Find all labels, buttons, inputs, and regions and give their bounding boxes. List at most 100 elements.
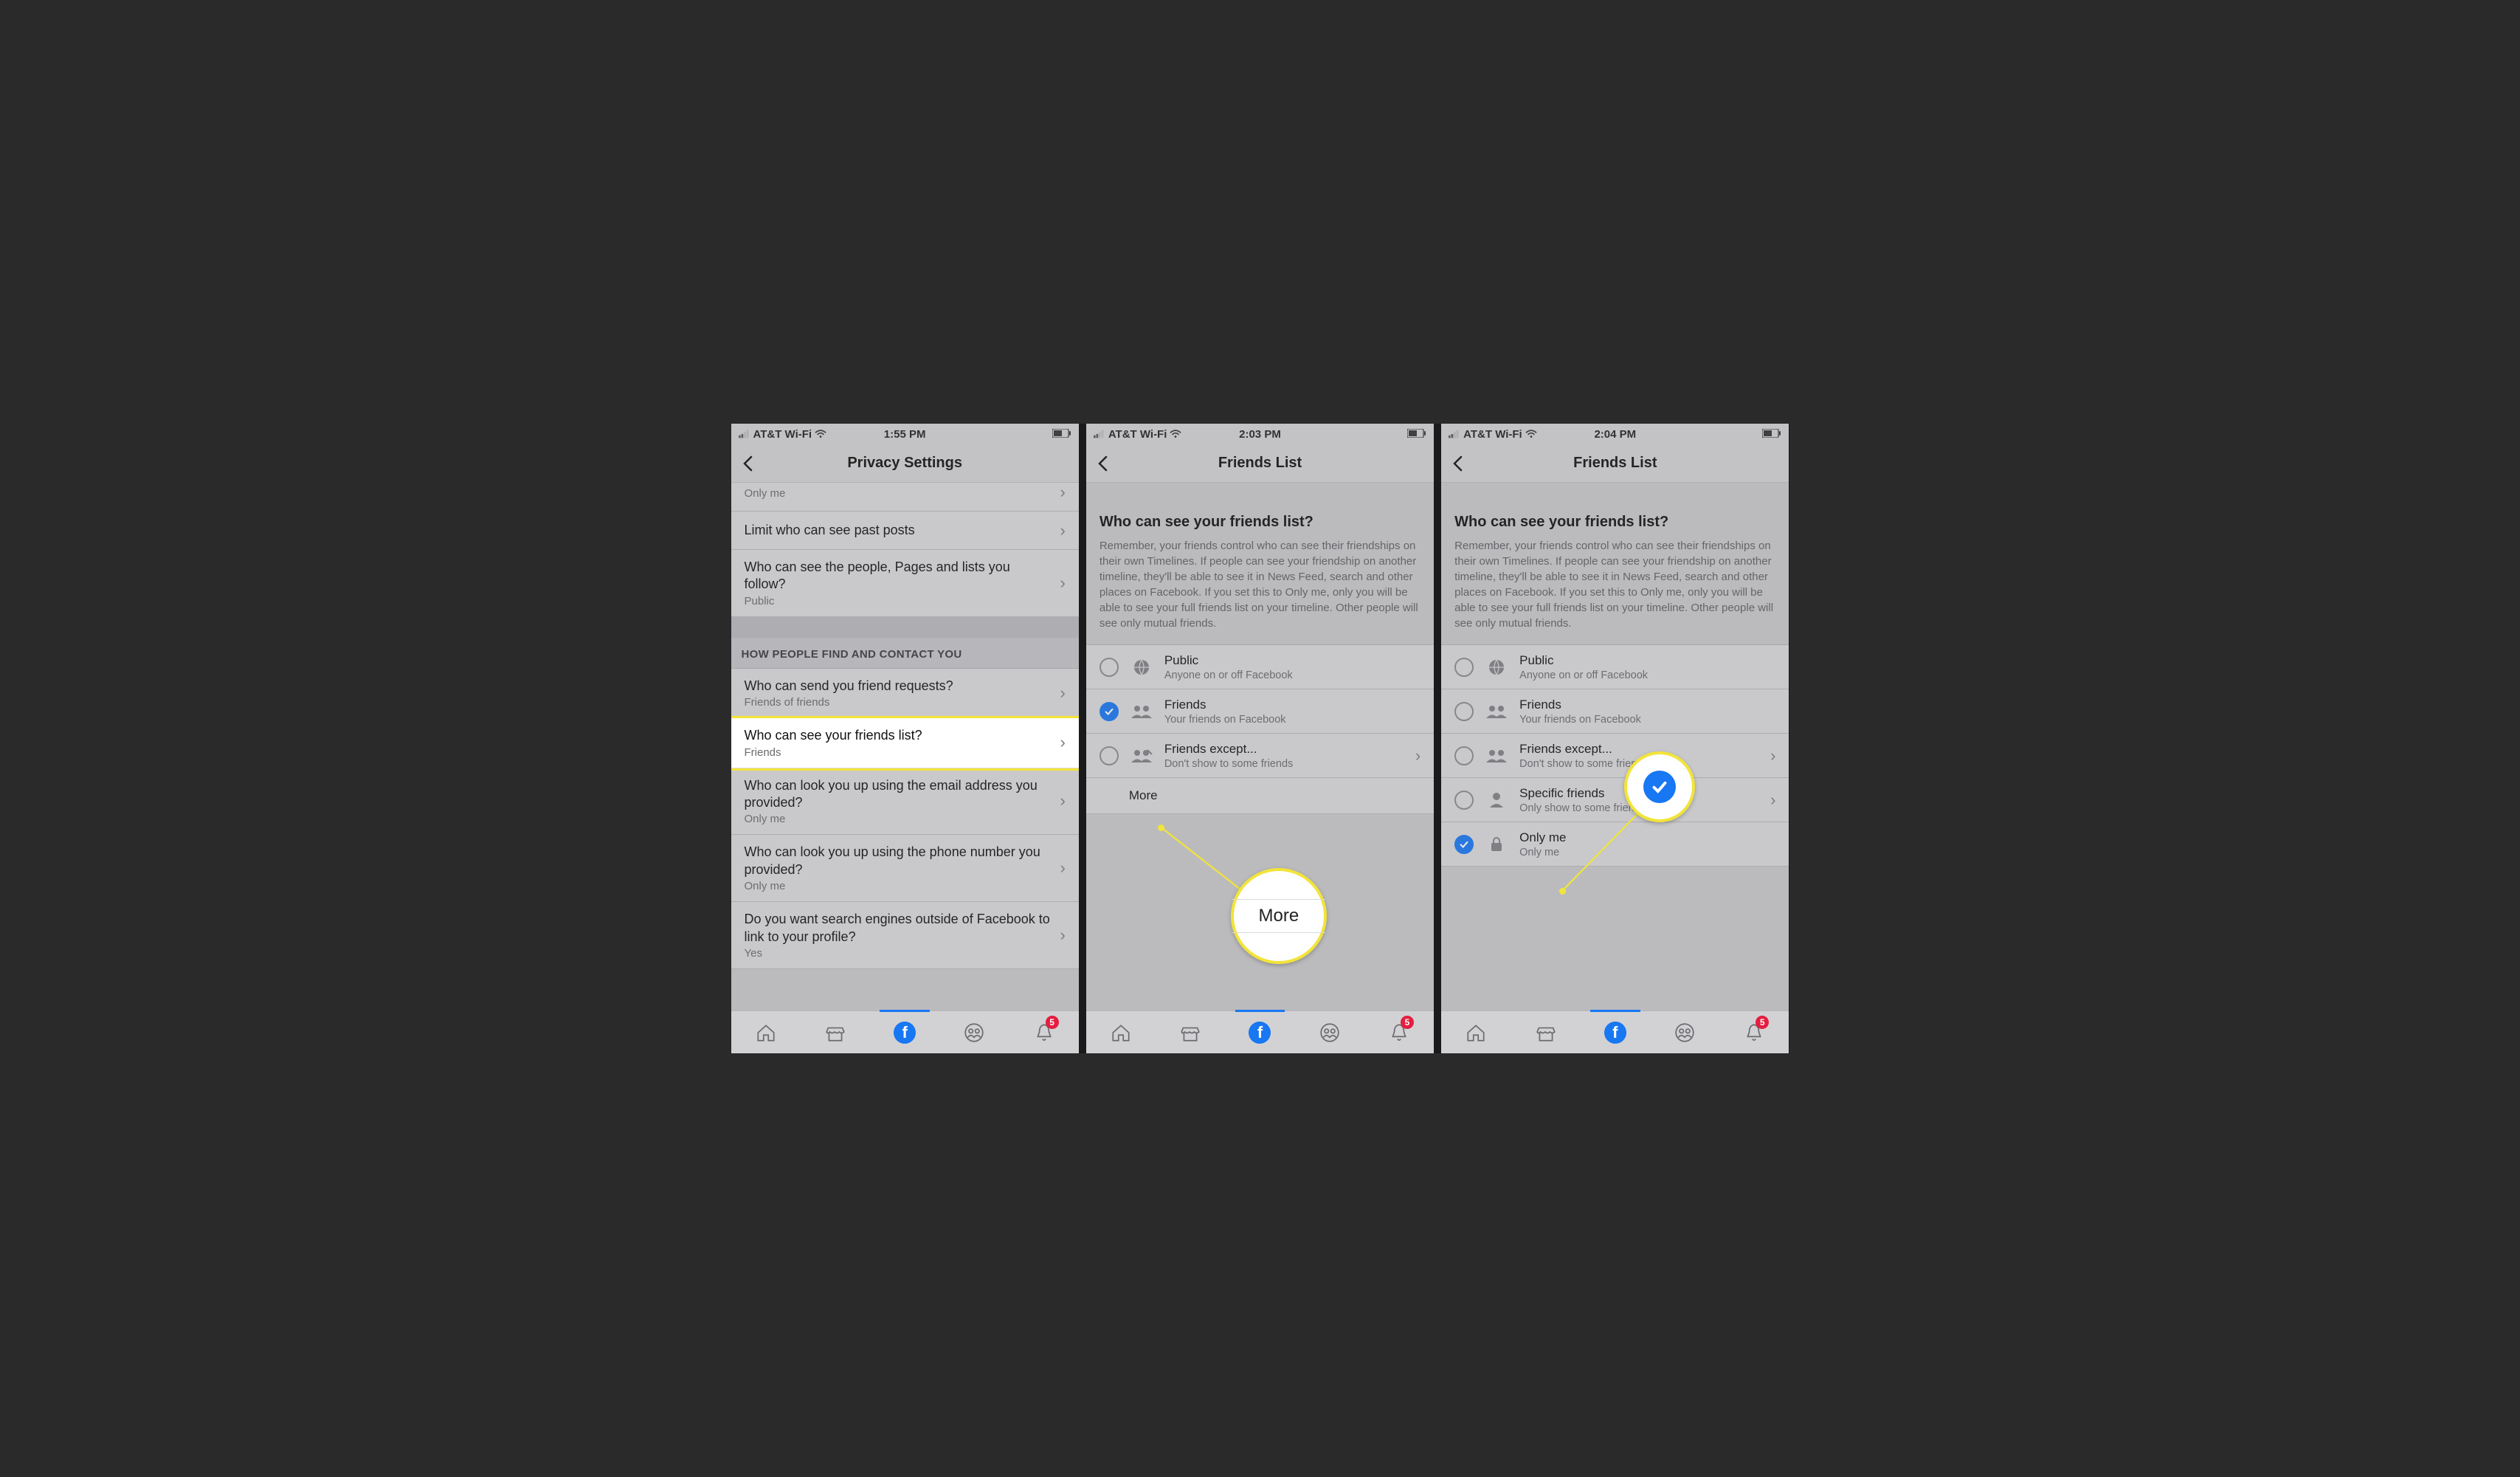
facebook-logo-icon: f: [1249, 1022, 1271, 1044]
friends-except-icon: [1129, 746, 1154, 766]
lock-icon: [1484, 834, 1509, 855]
callout-anchor-dot: [1158, 824, 1164, 831]
clock: 2:03 PM: [1204, 428, 1315, 441]
tab-marketplace[interactable]: [1511, 1011, 1580, 1053]
facebook-logo-icon: f: [894, 1022, 916, 1044]
carrier-label: AT&T Wi-Fi: [1108, 428, 1167, 441]
description-title: Who can see your friends list?: [1454, 514, 1775, 531]
callout-anchor-dot: [1559, 888, 1566, 895]
groups-icon: [963, 1022, 985, 1044]
chevron-right-icon: ›: [1054, 684, 1066, 703]
tab-bar: f 5: [731, 1011, 1079, 1053]
chevron-right-icon: ›: [1054, 791, 1066, 810]
facebook-logo-icon: f: [1604, 1022, 1626, 1044]
wifi-icon: [1170, 430, 1181, 438]
chevron-right-icon: ›: [1409, 746, 1420, 765]
home-icon: [755, 1022, 777, 1044]
tab-home[interactable]: [731, 1011, 801, 1053]
carrier-label: AT&T Wi-Fi: [1463, 428, 1522, 441]
setting-row-phone-lookup[interactable]: Who can look you up using the phone numb…: [731, 835, 1079, 902]
tab-notifications[interactable]: 5: [1364, 1011, 1434, 1053]
globe-icon: [1129, 657, 1154, 678]
notification-badge: 5: [1046, 1016, 1059, 1029]
home-icon: [1465, 1022, 1487, 1044]
more-label: More: [1129, 788, 1158, 802]
back-button[interactable]: [1086, 447, 1119, 480]
tab-bar: f 5: [1086, 1011, 1434, 1053]
tab-facebook[interactable]: f: [1581, 1011, 1650, 1053]
setting-row-limit-past[interactable]: Limit who can see past posts ›: [731, 512, 1079, 550]
option-more[interactable]: More: [1086, 778, 1434, 814]
tab-groups[interactable]: [1295, 1011, 1364, 1053]
clock: 1:55 PM: [849, 428, 960, 441]
setting-row-email-lookup[interactable]: Who can look you up using the email addr…: [731, 768, 1079, 836]
chevron-right-icon: ›: [1054, 733, 1066, 752]
setting-row-follow[interactable]: Who can see the people, Pages and lists …: [731, 550, 1079, 617]
groups-icon: [1319, 1022, 1341, 1044]
notification-badge: 5: [1401, 1016, 1414, 1029]
check-icon: [1651, 778, 1668, 796]
tab-facebook[interactable]: f: [1225, 1011, 1294, 1053]
option-specific-friends[interactable]: Specific friends Only show to some frien…: [1441, 778, 1789, 822]
page-header: Friends List: [1441, 444, 1789, 483]
description-block: Who can see your friends list? Remember,…: [1086, 502, 1434, 645]
chevron-right-icon: ›: [1054, 574, 1066, 593]
option-public[interactable]: Public Anyone on or off Facebook: [1441, 645, 1789, 689]
tab-notifications[interactable]: 5: [1009, 1011, 1079, 1053]
option-only-me[interactable]: Only me Only me: [1441, 822, 1789, 867]
description-text: Remember, your friends control who can s…: [1100, 538, 1420, 631]
radio-unchecked: [1454, 702, 1474, 721]
setting-row-friends-list[interactable]: Who can see your friends list? Friends ›: [731, 718, 1079, 768]
marketplace-icon: [824, 1022, 846, 1044]
description-block: Who can see your friends list? Remember,…: [1441, 502, 1789, 645]
setting-row-partial[interactable]: Only me ›: [731, 483, 1079, 512]
tab-marketplace[interactable]: [1156, 1011, 1225, 1053]
description-title: Who can see your friends list?: [1100, 514, 1420, 531]
marketplace-icon: [1179, 1022, 1201, 1044]
option-friends-except[interactable]: Friends except... Don't show to some fri…: [1086, 734, 1434, 778]
callout-checked: [1624, 751, 1695, 822]
back-button[interactable]: [731, 447, 764, 480]
chevron-right-icon: ›: [1054, 858, 1066, 878]
option-friends-except[interactable]: Friends except... Don't show to some fri…: [1441, 734, 1789, 778]
signal-icon: [739, 430, 750, 438]
option-friends[interactable]: Friends Your friends on Facebook: [1086, 689, 1434, 734]
chevron-right-icon: ›: [1764, 791, 1775, 810]
tab-groups[interactable]: [939, 1011, 1009, 1053]
status-bar: AT&T Wi-Fi 2:04 PM: [1441, 424, 1789, 444]
tab-marketplace[interactable]: [801, 1011, 870, 1053]
description-text: Remember, your friends control who can s…: [1454, 538, 1775, 631]
page-title: Privacy Settings: [731, 455, 1079, 472]
radio-unchecked: [1454, 746, 1474, 765]
tab-notifications[interactable]: 5: [1719, 1011, 1789, 1053]
back-button[interactable]: [1441, 447, 1474, 480]
radio-unchecked: [1100, 658, 1119, 677]
tab-facebook[interactable]: f: [870, 1011, 939, 1053]
carrier-label: AT&T Wi-Fi: [753, 428, 812, 441]
radio-unchecked: [1454, 791, 1474, 810]
privacy-settings-screen: AT&T Wi-Fi 1:55 PM Privacy Settings Only…: [731, 424, 1079, 1053]
friends-list-screen-more: AT&T Wi-Fi 2:03 PM Friends List Who can …: [1086, 424, 1434, 1053]
person-icon: [1484, 790, 1509, 810]
setting-row-friend-requests[interactable]: Who can send you friend requests? Friend…: [731, 669, 1079, 718]
row-title: Limit who can see past posts: [745, 522, 1054, 539]
marketplace-icon: [1535, 1022, 1557, 1044]
friends-except-icon: [1484, 746, 1509, 766]
tab-groups[interactable]: [1650, 1011, 1719, 1053]
tab-home[interactable]: [1441, 1011, 1511, 1053]
battery-icon: [1407, 428, 1426, 441]
friends-icon: [1484, 701, 1509, 722]
option-public[interactable]: Public Anyone on or off Facebook: [1086, 645, 1434, 689]
tab-home[interactable]: [1086, 1011, 1156, 1053]
signal-icon: [1094, 430, 1105, 438]
battery-icon: [1762, 428, 1781, 441]
option-friends[interactable]: Friends Your friends on Facebook: [1441, 689, 1789, 734]
callout-more: More: [1231, 868, 1327, 964]
signal-icon: [1449, 430, 1460, 438]
setting-row-search-engines[interactable]: Do you want search engines outside of Fa…: [731, 902, 1079, 969]
status-bar: AT&T Wi-Fi 1:55 PM: [731, 424, 1079, 444]
wifi-icon: [815, 430, 826, 438]
friends-list-screen-onlyme: AT&T Wi-Fi 2:04 PM Friends List Who can …: [1441, 424, 1789, 1053]
page-title: Friends List: [1441, 455, 1789, 472]
globe-icon: [1484, 657, 1509, 678]
